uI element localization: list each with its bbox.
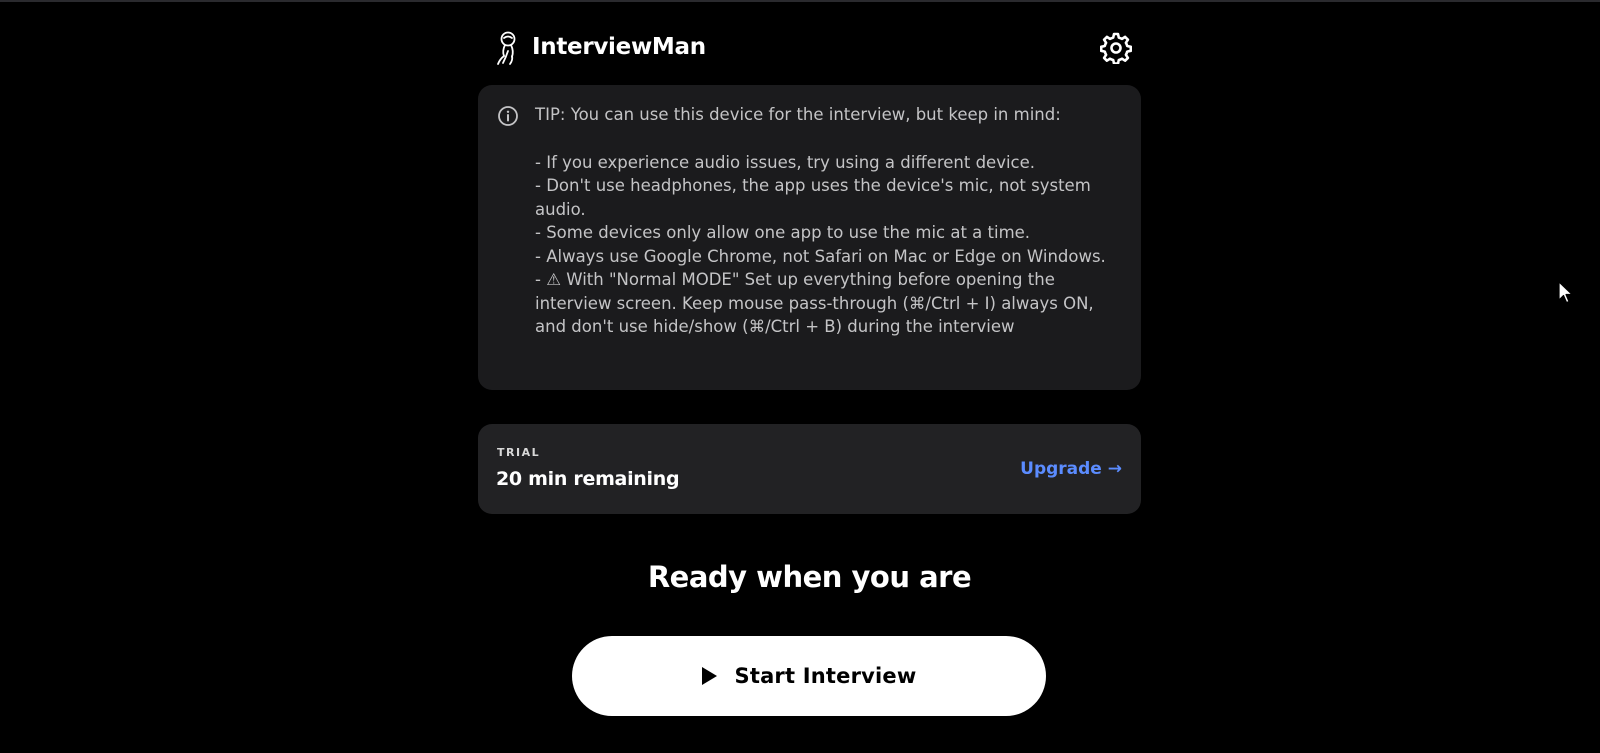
tip-item-browser: - Always use Google Chrome, not Safari o… <box>535 246 1106 266</box>
tip-spacer <box>535 127 1115 151</box>
trial-remaining: 20 min remaining <box>496 468 680 490</box>
tip-heading: TIP: You can use this device for the int… <box>535 105 1061 124</box>
play-icon <box>701 667 717 685</box>
ready-heading: Ready when you are <box>647 560 972 594</box>
app-container: InterviewMan TIP: You can use this devic… <box>478 0 1141 753</box>
tip-item-normal-mode: - ⚠ With "Normal MODE" Set up everything… <box>535 270 1094 336</box>
trial-label: TRIAL <box>497 446 541 459</box>
tip-item-audio: - If you experience audio issues, try us… <box>535 152 1036 172</box>
tip-card: TIP: You can use this device for the int… <box>478 85 1141 390</box>
start-interview-label: Start Interview <box>734 664 917 688</box>
astronaut-icon <box>497 31 516 65</box>
tip-item-mic: - Some devices only allow one app to use… <box>535 223 1031 242</box>
mouse-cursor-icon <box>1558 281 1573 304</box>
tip-text: TIP: You can use this device for the int… <box>535 103 1115 339</box>
tip-item-headphones: - Don't use headphones, the app uses the… <box>535 176 1091 219</box>
upgrade-link[interactable]: Upgrade → <box>1020 459 1122 479</box>
header: InterviewMan <box>478 26 1141 72</box>
trial-card: TRIAL 20 min remaining Upgrade → <box>478 424 1141 514</box>
info-icon <box>498 106 518 126</box>
app-name: InterviewMan <box>532 34 706 60</box>
gear-icon[interactable] <box>1100 32 1132 64</box>
start-interview-button[interactable]: Start Interview <box>572 636 1046 716</box>
